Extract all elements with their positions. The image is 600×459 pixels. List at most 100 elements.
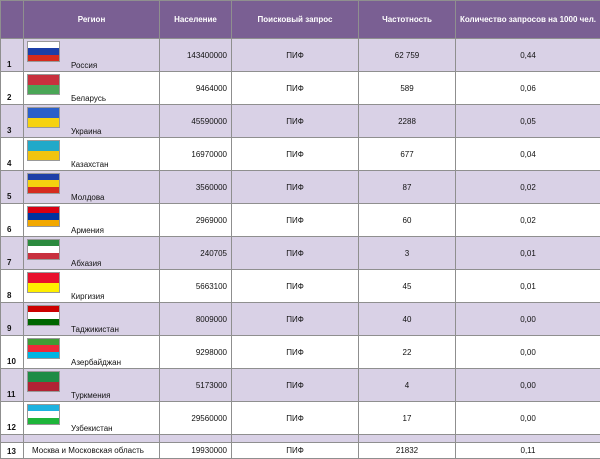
armenia-flag-icon — [27, 206, 60, 227]
per1000-cell: 0,01 — [456, 237, 600, 270]
region-cell: Россия — [24, 39, 160, 72]
azerbaijan-flag-icon — [27, 338, 60, 359]
region-name: Украина — [71, 127, 101, 136]
row-number: 3 — [1, 105, 24, 138]
per1000-cell: 0,02 — [456, 171, 600, 204]
query-cell: ПИФ — [232, 303, 359, 336]
per1000-cell: 0,04 — [456, 138, 600, 171]
region-cell: Таджикистан — [24, 303, 160, 336]
table-row: 5Молдова3560000ПИФ870,02 — [1, 171, 600, 204]
table-row: 3Украина45590000ПИФ22880,05 — [1, 105, 600, 138]
population-cell: 143400000 — [160, 39, 232, 72]
per1000-cell: 0,02 — [456, 204, 600, 237]
table-row: 11Туркмения5173000ПИФ40,00 — [1, 369, 600, 402]
region-name: Россия — [71, 61, 97, 70]
table-row: 12Узбекистан29560000ПИФ170,00 — [1, 402, 600, 435]
table-row: 9Таджикистан8009000ПИФ400,00 — [1, 303, 600, 336]
header-row: Регион Население Поисковый запрос Частот… — [1, 1, 600, 39]
row-number: 5 — [1, 171, 24, 204]
header-frequency: Частотность — [359, 1, 456, 39]
abkhazia-flag-icon — [27, 239, 60, 260]
frequency-cell: 40 — [359, 303, 456, 336]
frequency-cell: 677 — [359, 138, 456, 171]
region-cell: Казахстан — [24, 138, 160, 171]
population-cell: 16970000 — [160, 138, 232, 171]
table-row: 7Абхазия240705ПИФ30,01 — [1, 237, 600, 270]
row-number: 9 — [1, 303, 24, 336]
header-query: Поисковый запрос — [232, 1, 359, 39]
header-per1000: Количество запросов на 1000 чел. — [456, 1, 600, 39]
region-name: Киргизия — [71, 292, 104, 301]
per1000-cell: 0,00 — [456, 369, 600, 402]
population-cell: 5173000 — [160, 369, 232, 402]
population-cell: 9298000 — [160, 336, 232, 369]
row-number: 10 — [1, 336, 24, 369]
row-number: 8 — [1, 270, 24, 303]
table-row: 13Москва и Московская область19930000ПИФ… — [1, 443, 600, 459]
region-name: Узбекистан — [71, 424, 113, 433]
region-cell: Москва и Московская область — [24, 443, 160, 459]
frequency-cell: 87 — [359, 171, 456, 204]
region-cell: Киргизия — [24, 270, 160, 303]
region-cell: Молдова — [24, 171, 160, 204]
frequency-cell: 21832 — [359, 443, 456, 459]
header-population: Население — [160, 1, 232, 39]
per1000-cell: 0,00 — [456, 303, 600, 336]
tajikistan-flag-icon — [27, 305, 60, 326]
frequency-cell: 17 — [359, 402, 456, 435]
row-number: 7 — [1, 237, 24, 270]
region-cell: Абхазия — [24, 237, 160, 270]
table-row: 8Киргизия5663100ПИФ450,01 — [1, 270, 600, 303]
table-row: 2Беларусь9464000ПИФ5890,06 — [1, 72, 600, 105]
population-cell: 2969000 — [160, 204, 232, 237]
frequency-cell: 4 — [359, 369, 456, 402]
frequency-cell: 3 — [359, 237, 456, 270]
frequency-cell: 22 — [359, 336, 456, 369]
table-row: 4Казахстан16970000ПИФ6770,04 — [1, 138, 600, 171]
table-row: 1 Россия 143400000ПИФ62 7590,44 — [1, 39, 600, 72]
kazakhstan-flag-icon — [27, 140, 60, 161]
region-name: Таджикистан — [71, 325, 119, 334]
moldova-flag-icon — [27, 173, 60, 194]
row-number: 12 — [1, 402, 24, 435]
frequency-cell: 2288 — [359, 105, 456, 138]
region-cell: Украина — [24, 105, 160, 138]
population-cell: 29560000 — [160, 402, 232, 435]
population-cell: 19930000 — [160, 443, 232, 459]
spreadsheet: Регион Население Поисковый запрос Частот… — [0, 0, 600, 439]
kyrgyzstan-flag-icon — [27, 272, 60, 293]
row-number: 1 — [1, 39, 24, 72]
per1000-cell: 0,05 — [456, 105, 600, 138]
header-num — [1, 1, 24, 39]
query-cell: ПИФ — [232, 270, 359, 303]
query-cell: ПИФ — [232, 204, 359, 237]
population-cell: 240705 — [160, 237, 232, 270]
turkmenistan-flag-icon — [27, 371, 60, 392]
region-cell: Азербайджан — [24, 336, 160, 369]
population-cell: 9464000 — [160, 72, 232, 105]
query-cell: ПИФ — [232, 72, 359, 105]
per1000-cell: 0,44 — [456, 39, 600, 72]
query-cell: ПИФ — [232, 138, 359, 171]
frequency-cell: 589 — [359, 72, 456, 105]
table-row: 6Армения2969000ПИФ600,02 — [1, 204, 600, 237]
region-cell: Туркмения — [24, 369, 160, 402]
region-cell: Армения — [24, 204, 160, 237]
russia-flag-icon — [27, 41, 60, 62]
row-number: 2 — [1, 72, 24, 105]
region-name: Абхазия — [71, 259, 101, 268]
query-cell: ПИФ — [232, 402, 359, 435]
belarus-flag-icon — [27, 74, 60, 95]
ukraine-flag-icon — [27, 107, 60, 128]
region-name: Молдова — [71, 193, 104, 202]
population-cell: 3560000 — [160, 171, 232, 204]
region-cell: Узбекистан — [24, 402, 160, 435]
region-name: Туркмения — [71, 391, 110, 400]
frequency-cell: 62 759 — [359, 39, 456, 72]
population-cell: 45590000 — [160, 105, 232, 138]
uzbekistan-flag-icon — [27, 404, 60, 425]
region-name: Казахстан — [71, 160, 109, 169]
row-number: 11 — [1, 369, 24, 402]
per1000-cell: 0,11 — [456, 443, 600, 459]
query-cell: ПИФ — [232, 39, 359, 72]
